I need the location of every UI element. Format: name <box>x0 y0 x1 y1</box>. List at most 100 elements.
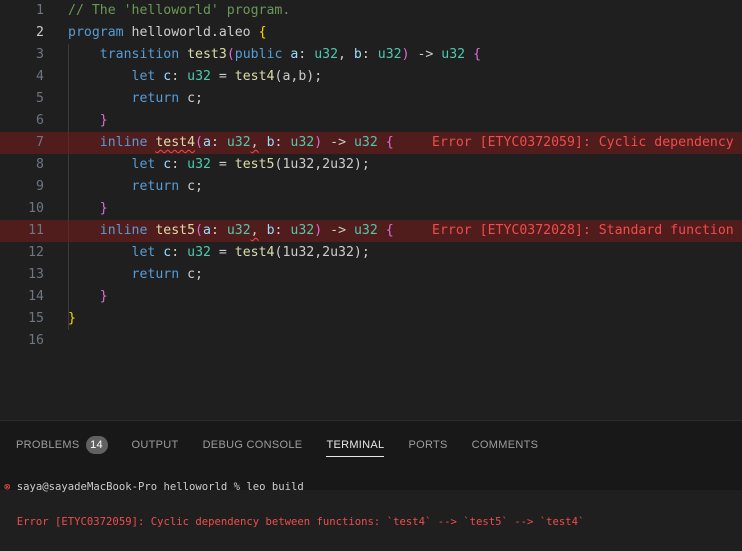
code-line[interactable]: 2 program helloworld.aleo { <box>0 22 742 44</box>
tab-terminal[interactable]: TERMINAL <box>326 439 385 457</box>
code-token: : <box>171 69 188 84</box>
line-number: 12 <box>28 245 44 260</box>
code-token: , <box>338 47 354 62</box>
code-text: } <box>68 198 108 220</box>
code-token: { <box>258 25 267 40</box>
code-token: -> <box>322 135 354 150</box>
code-token: u32 <box>290 223 315 238</box>
code-line[interactable]: 7 inline test4(a: u32, b: u32) -> u32 {E… <box>0 132 742 154</box>
code-line[interactable]: 6 } <box>0 110 742 132</box>
code-text: program helloworld.aleo { <box>68 22 267 44</box>
code-token: program <box>68 25 132 40</box>
code-line[interactable]: 16 <box>0 330 742 352</box>
code-token: } <box>99 201 108 216</box>
line-number: 2 <box>36 25 44 40</box>
code-token: // The 'helloworld' program. <box>68 3 291 18</box>
code-token: u32 <box>441 47 466 62</box>
line-number: 4 <box>36 69 44 84</box>
code-token: : <box>171 157 188 172</box>
code-line[interactable]: 11 inline test5(a: u32, b: u32) -> u32 {… <box>0 220 742 242</box>
code-token: (1u32,2u32); <box>274 157 370 172</box>
terminal-error: Error [ETYC0372059]: Cyclic dependency b… <box>16 515 585 528</box>
code-line[interactable]: 15} <box>0 308 742 330</box>
code-token: test5 <box>155 223 196 238</box>
code-token: b <box>266 135 275 150</box>
code-token: : <box>274 223 291 238</box>
code-token: { <box>473 47 482 62</box>
code-token: test4 <box>234 69 275 84</box>
code-token: u32 <box>226 223 251 238</box>
code-text: // The 'helloworld' program. <box>68 0 290 22</box>
code-token: test4 <box>155 135 196 150</box>
terminal-output[interactable]: ⊗ saya@sayadeMacBook-Pro helloworld % le… <box>4 459 584 551</box>
inline-error-message: Error [ETYC0372028]: Standard function <box>432 223 734 238</box>
code-token: inline <box>99 223 156 238</box>
code-token: ) <box>314 135 323 150</box>
code-token: (1u32,2u32); <box>274 245 370 260</box>
code-token: , <box>250 223 259 238</box>
tab-label: OUTPUT <box>131 439 179 451</box>
error-circle-icon: ⊗ <box>4 481 11 493</box>
code-line[interactable]: 10 } <box>0 198 742 220</box>
tab-label: DEBUG CONSOLE <box>202 439 303 451</box>
code-token: { <box>385 135 394 150</box>
code-token: u32 <box>377 47 402 62</box>
line-number: 9 <box>36 179 44 194</box>
code-editor[interactable]: 1 // The 'helloworld' program. 2 program he… <box>0 0 742 420</box>
tab-comments[interactable]: COMMENTS <box>472 439 539 451</box>
code-token: u32 <box>187 245 211 260</box>
tab-ports[interactable]: PORTS <box>408 439 447 451</box>
code-text: } <box>68 308 76 330</box>
line-number: 3 <box>36 47 44 62</box>
tab-debug-console[interactable]: DEBUG CONSOLE <box>203 439 303 451</box>
code-line[interactable]: 8 let c: u32 = test5(1u32,2u32); <box>0 154 742 176</box>
code-token: (a,b); <box>274 69 323 84</box>
code-line[interactable]: 3 transition test3(public a: u32, b: u32… <box>0 44 742 66</box>
code-token: : <box>210 223 227 238</box>
tab-label: PROBLEMS <box>16 439 80 451</box>
inline-error-message: Error [ETYC0372059]: Cyclic dependency <box>432 135 734 150</box>
tab-problems[interactable]: PROBLEMS 14 <box>16 436 108 454</box>
code-token: b <box>353 47 362 62</box>
code-text: } <box>68 110 108 132</box>
code-line[interactable]: 4 let c: u32 = test4(a,b); <box>0 66 742 88</box>
code-token: -> <box>409 47 442 62</box>
code-token: : <box>171 245 188 260</box>
code-token: return <box>131 267 188 282</box>
code-text: let c: u32 = test5(1u32,2u32); <box>68 154 370 176</box>
line-number: 11 <box>28 223 44 238</box>
line-number: 10 <box>28 201 44 216</box>
code-token: u32 <box>187 157 211 172</box>
bottom-panel: PROBLEMS 14 OUTPUT DEBUG CONSOLE TERMINAL POR… <box>0 420 742 527</box>
code-line[interactable]: 9 return c; <box>0 176 742 198</box>
line-number: 16 <box>28 333 44 348</box>
code-line[interactable]: 12 let c: u32 = test4(1u32,2u32); <box>0 242 742 264</box>
code-token: = <box>210 69 235 84</box>
code-token: ( <box>195 135 203 150</box>
tab-output[interactable]: OUTPUT <box>132 439 179 451</box>
code-line[interactable]: 13 return c; <box>0 264 742 286</box>
code-token: ( <box>195 223 203 238</box>
code-token: u32 <box>353 135 378 150</box>
code-token: let <box>131 69 164 84</box>
code-line[interactable]: 14 } <box>0 286 742 308</box>
code-text: return c; <box>68 176 203 198</box>
code-token: } <box>68 311 76 326</box>
code-line[interactable]: 5 return c; <box>0 88 742 110</box>
code-token: ) <box>314 223 323 238</box>
code-token: : <box>361 47 378 62</box>
code-text: return c; <box>68 264 203 286</box>
code-token: a <box>203 135 211 150</box>
code-line[interactable]: 1 // The 'helloworld' program. <box>0 0 742 22</box>
code-text: inline test4(a: u32, b: u32) -> u32 { <box>68 132 394 154</box>
